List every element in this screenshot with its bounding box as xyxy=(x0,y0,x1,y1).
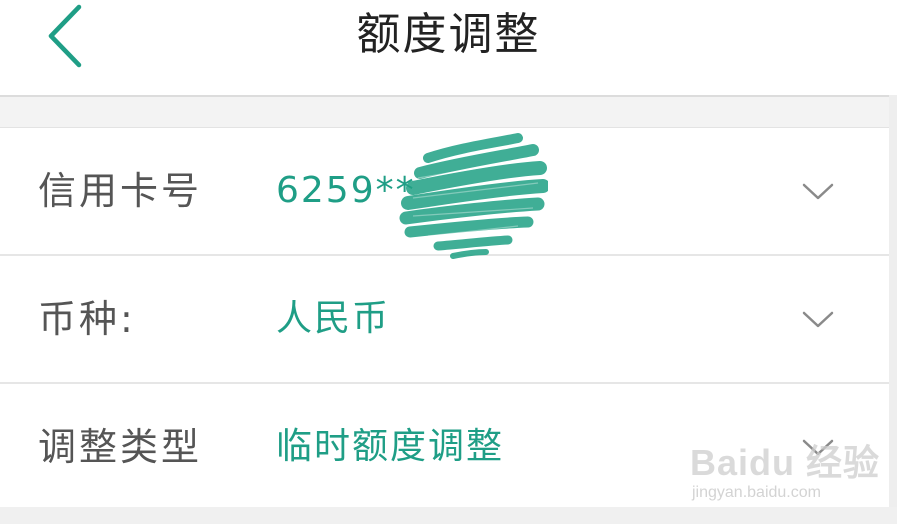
adjustment-type-value: 临时额度调整 xyxy=(276,426,505,467)
adjustment-type-label: 调整类型 xyxy=(38,425,203,469)
nav-header: 额度调整 xyxy=(0,0,897,95)
page-title: 额度调整 xyxy=(356,9,541,60)
right-edge-rail xyxy=(889,95,897,524)
chevron-down-icon[interactable] xyxy=(800,176,836,206)
section-gap xyxy=(0,97,897,127)
bottom-band xyxy=(0,507,897,524)
scribble-redaction xyxy=(399,133,548,259)
currency-row[interactable]: 币种: 人民币 xyxy=(0,256,889,382)
screen: 额度调整 信用卡号 6259** 币种: 人民币 调整类型 临时额度调整 Bai… xyxy=(0,0,897,524)
watermark-url: jingyan.baidu.com xyxy=(692,484,821,501)
card-number-value: 6259** xyxy=(276,170,416,211)
currency-value: 人民币 xyxy=(276,298,391,339)
currency-label: 币种: xyxy=(38,297,136,341)
chevron-down-icon[interactable] xyxy=(800,304,836,334)
baidu-jingyan-watermark: Baidu 经验 jingyan.baidu.com xyxy=(688,426,879,506)
card-number-label: 信用卡号 xyxy=(38,169,203,213)
watermark-brand: Baidu 经验 xyxy=(690,442,881,483)
